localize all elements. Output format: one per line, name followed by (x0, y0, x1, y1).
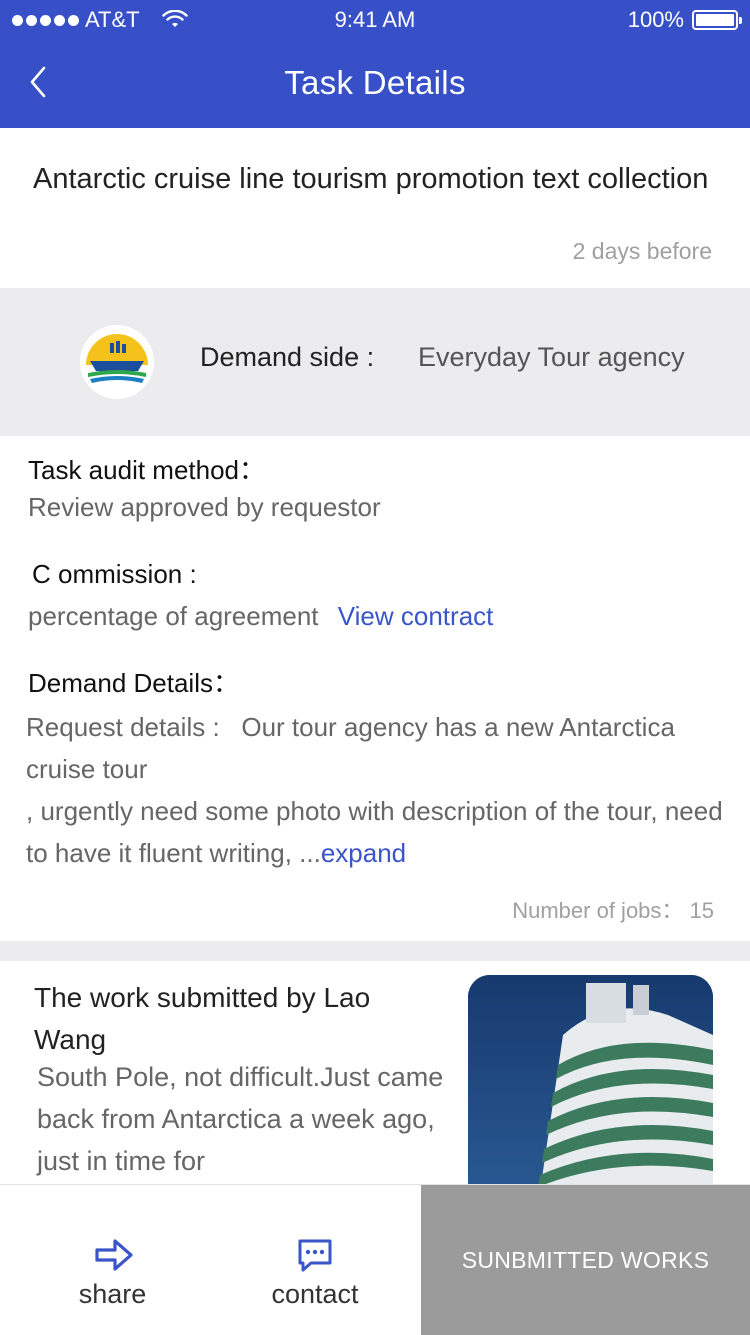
task-details: Task audit method： Review approved by re… (0, 436, 750, 941)
section-divider (0, 941, 750, 961)
battery: 100% (627, 7, 742, 33)
contact-button[interactable]: contact (240, 1185, 390, 1335)
battery-icon (692, 10, 742, 30)
commission-value: percentage of agreement View contract (28, 601, 493, 632)
submitted-work-card[interactable]: The work submitted by Lao Wang South Pol… (0, 961, 750, 1184)
top-bar: AT&T 9:41 AM 100% Task Details (0, 0, 750, 128)
bottom-action-bar: share contact SUNBMITTED WORKS (0, 1184, 750, 1335)
share-button[interactable]: share (40, 1185, 185, 1335)
demand-details-text: Request details : Our tour agency has a … (26, 706, 726, 874)
audit-method-label: Task audit method： (28, 455, 266, 485)
demand-side-label: Demand side : (200, 342, 375, 372)
audit-method-value: Review approved by requestor (28, 492, 381, 522)
task-posted-time: 2 days before (572, 238, 712, 264)
status-bar: AT&T 9:41 AM 100% (0, 0, 750, 40)
battery-percent: 100% (627, 7, 684, 32)
message-icon (298, 1239, 332, 1272)
expand-link[interactable]: expand (321, 838, 406, 868)
cruise-logo-icon (80, 325, 154, 399)
work-title: The work submitted by Lao Wang (34, 982, 371, 1055)
agency-logo (80, 325, 154, 399)
demand-side-section[interactable]: Demand side : Everyday Tour agency (0, 288, 750, 436)
demand-details-label: Demand Details： (28, 668, 239, 698)
contact-label: contact (271, 1279, 359, 1309)
page-title: Task Details (284, 64, 466, 101)
share-icon (94, 1239, 133, 1271)
view-contract-link[interactable]: View contract (338, 601, 494, 631)
work-excerpt: South Pole, not difficult.Just came back… (37, 1062, 444, 1176)
submitted-works-button[interactable]: SUNBMITTED WORKS (421, 1185, 750, 1335)
request-prefix: Request details : (26, 712, 220, 742)
commission-label: C ommission : (32, 559, 197, 589)
cruise-ship-image (468, 975, 713, 1184)
commission-text: percentage of agreement (28, 601, 319, 631)
task-title: Antarctic cruise line tourism promotion … (33, 163, 709, 195)
jobs-count: Number of jobs： 15 (512, 898, 714, 923)
share-label: share (78, 1279, 147, 1309)
task-header: Antarctic cruise line tourism promotion … (0, 128, 750, 288)
demand-side-value: Everyday Tour agency (418, 342, 685, 372)
